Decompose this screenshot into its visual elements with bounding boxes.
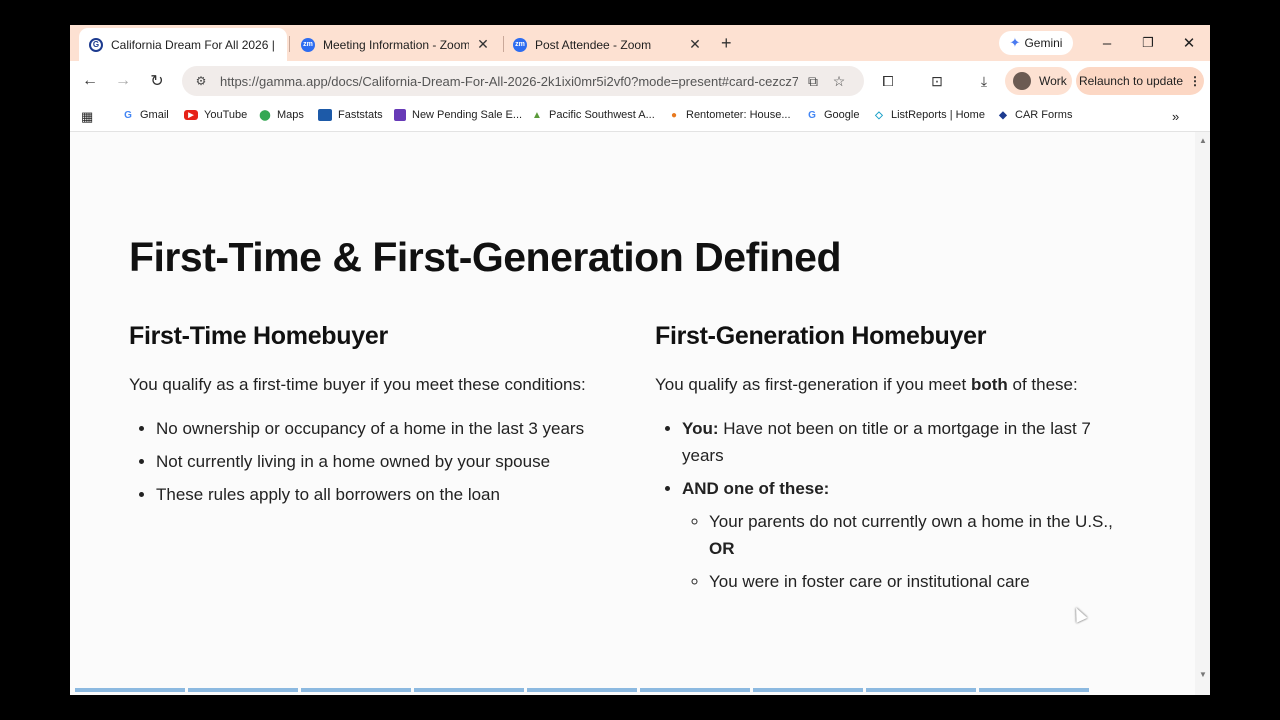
first-time-list: No ownership or occupancy of a home in t… (129, 415, 609, 508)
maps-icon: ⬤ (259, 109, 271, 121)
sub-list-item: Your parents do not currently own a home… (709, 508, 1125, 562)
list-item: These rules apply to all borrowers on th… (156, 481, 609, 508)
progress-segment (414, 688, 524, 692)
bookmark-star-icon[interactable]: ☆ (826, 73, 852, 90)
more-menu-icon: ⋮ (1189, 74, 1202, 88)
tab-separator (289, 36, 290, 52)
bookmark-listreports[interactable]: ◇ ListReports | Home (873, 109, 985, 121)
bookmark-google[interactable]: G Google (806, 109, 859, 121)
progress-segment (979, 688, 1089, 692)
first-time-lead: You qualify as a first-time buyer if you… (129, 375, 586, 394)
list-item: Not currently living in a home owned by … (156, 448, 609, 475)
restore-button[interactable]: ❐ (1133, 31, 1163, 55)
tab-title: Post Attendee - Zoom (535, 37, 652, 52)
tab-meeting-information[interactable]: zm Meeting Information - Zoom ✕ (291, 28, 501, 61)
profile-button[interactable]: Work (1005, 67, 1072, 95)
forward-arrow-icon[interactable]: → (111, 69, 135, 93)
relaunch-to-update-button[interactable]: Relaunch to update ⋮ (1076, 67, 1204, 95)
list-item: You: Have not been on title or a mortgag… (682, 415, 1125, 469)
first-time-section: First-Time Homebuyer You qualify as a fi… (129, 322, 609, 514)
bookmark-maps[interactable]: ⬤ Maps (259, 109, 304, 121)
progress-segment (188, 688, 298, 692)
minimize-button[interactable]: – (1092, 31, 1122, 55)
bookmark-faststats[interactable]: Faststats (318, 109, 383, 121)
list-item: AND one of these: Your parents do not cu… (682, 475, 1125, 595)
first-time-title: First-Time Homebuyer (129, 322, 388, 350)
profile-label: Work (1039, 74, 1067, 88)
reload-icon[interactable]: ↻ (145, 69, 169, 93)
download-icon[interactable]: ⤓ (973, 70, 995, 92)
apps-grid-icon[interactable]: ▦ (81, 109, 93, 125)
sub-list: Your parents do not currently own a home… (682, 508, 1125, 595)
progress-segment (866, 688, 976, 692)
bookmark-rentometer[interactable]: ● Rentometer: House... (668, 109, 791, 121)
avatar (1013, 72, 1031, 90)
url-input[interactable] (218, 72, 800, 90)
pacific-icon: ▲ (532, 109, 542, 121)
mouse-cursor-icon (1070, 605, 1088, 623)
progress-segment (75, 688, 185, 692)
progress-segment (640, 688, 750, 692)
zoom-favicon-icon: zm (513, 37, 527, 52)
tab-california-dream[interactable]: G California Dream For All 2026 | G (79, 28, 287, 61)
close-tab-icon[interactable]: ✕ (475, 36, 491, 53)
listreports-icon: ◇ (875, 109, 883, 121)
scroll-down-arrow-icon[interactable]: ▼ (1199, 670, 1207, 679)
first-generation-list: You: Have not been on title or a mortgag… (655, 415, 1125, 595)
tab-strip: G California Dream For All 2026 | G zm M… (70, 25, 1210, 61)
site-settings-icon[interactable]: ⚙ (190, 70, 212, 92)
bookmarks-bar: ▦ G Gmail ▶ YouTube ⬤ Maps Faststats New Pe… (70, 101, 1210, 132)
bookmark-new-pending-sale[interactable]: New Pending Sale E... (394, 109, 522, 121)
scroll-up-arrow-icon[interactable]: ▲ (1199, 136, 1207, 145)
presentation-slide: First-Time & First-Generation Defined Fi… (70, 132, 1210, 695)
extensions-puzzle-icon[interactable]: ⧠ (877, 70, 899, 92)
gamma-favicon-icon: G (89, 37, 103, 52)
tab-search-icon[interactable]: ⊡ (926, 70, 948, 92)
first-generation-lead: You qualify as first-generation if you m… (655, 375, 1078, 394)
install-app-icon[interactable]: ⧉ (800, 73, 826, 90)
progress-segment (753, 688, 863, 692)
tab-title: Meeting Information - Zoom (323, 37, 469, 52)
first-generation-title: First-Generation Homebuyer (655, 322, 987, 350)
tab-post-attendee[interactable]: zm Post Attendee - Zoom ✕ (503, 28, 713, 61)
bookmark-gmail[interactable]: G Gmail (122, 109, 169, 121)
faststats-icon (318, 109, 332, 121)
browser-toolbar: ← → ↻ ⚙ ⧉ ☆ ⧠ ⊡ ⤓ Work Relaunch to updat… (70, 61, 1210, 101)
address-bar[interactable]: ⚙ ⧉ ☆ (182, 66, 864, 96)
close-window-button[interactable]: ✕ (1174, 31, 1204, 55)
progress-segment (527, 688, 637, 692)
new-tab-button[interactable]: + (721, 33, 732, 54)
sub-list-item: You were in foster care or institutional… (709, 568, 1125, 595)
youtube-icon: ▶ (184, 110, 198, 120)
forms-icon (394, 109, 406, 121)
progress-segment (301, 688, 411, 692)
slide-progress-bar (75, 688, 1089, 692)
vertical-scrollbar[interactable]: ▲ ▼ (1195, 132, 1210, 695)
bookmark-pacific-southwest[interactable]: ▲ Pacific Southwest A... (531, 109, 655, 121)
tab-title: California Dream For All 2026 | G (111, 37, 277, 52)
gemini-sparkle-icon: ✦ (1009, 35, 1021, 50)
zoom-favicon-icon: zm (301, 37, 315, 52)
browser-window: G California Dream For All 2026 | G zm M… (70, 25, 1210, 695)
list-item: No ownership or occupancy of a home in t… (156, 415, 609, 442)
rentometer-icon: ● (670, 109, 678, 121)
car-forms-icon: ◆ (999, 109, 1007, 121)
bookmark-youtube[interactable]: ▶ YouTube (184, 109, 247, 121)
google-icon: G (124, 109, 132, 121)
more-bookmarks-chevron-icon[interactable]: » (1172, 109, 1179, 124)
close-tab-icon[interactable]: ✕ (687, 36, 703, 53)
slide-heading: First-Time & First-Generation Defined (129, 234, 842, 280)
first-generation-section: First-Generation Homebuyer You qualify a… (655, 322, 1125, 601)
gemini-button[interactable]: ✦ Gemini (999, 31, 1073, 55)
google-icon: G (808, 109, 816, 121)
bookmark-car-forms[interactable]: ◆ CAR Forms (997, 109, 1072, 121)
back-arrow-icon[interactable]: ← (78, 69, 102, 93)
relaunch-label: Relaunch to update (1078, 74, 1184, 88)
gemini-label: Gemini (1024, 36, 1063, 50)
